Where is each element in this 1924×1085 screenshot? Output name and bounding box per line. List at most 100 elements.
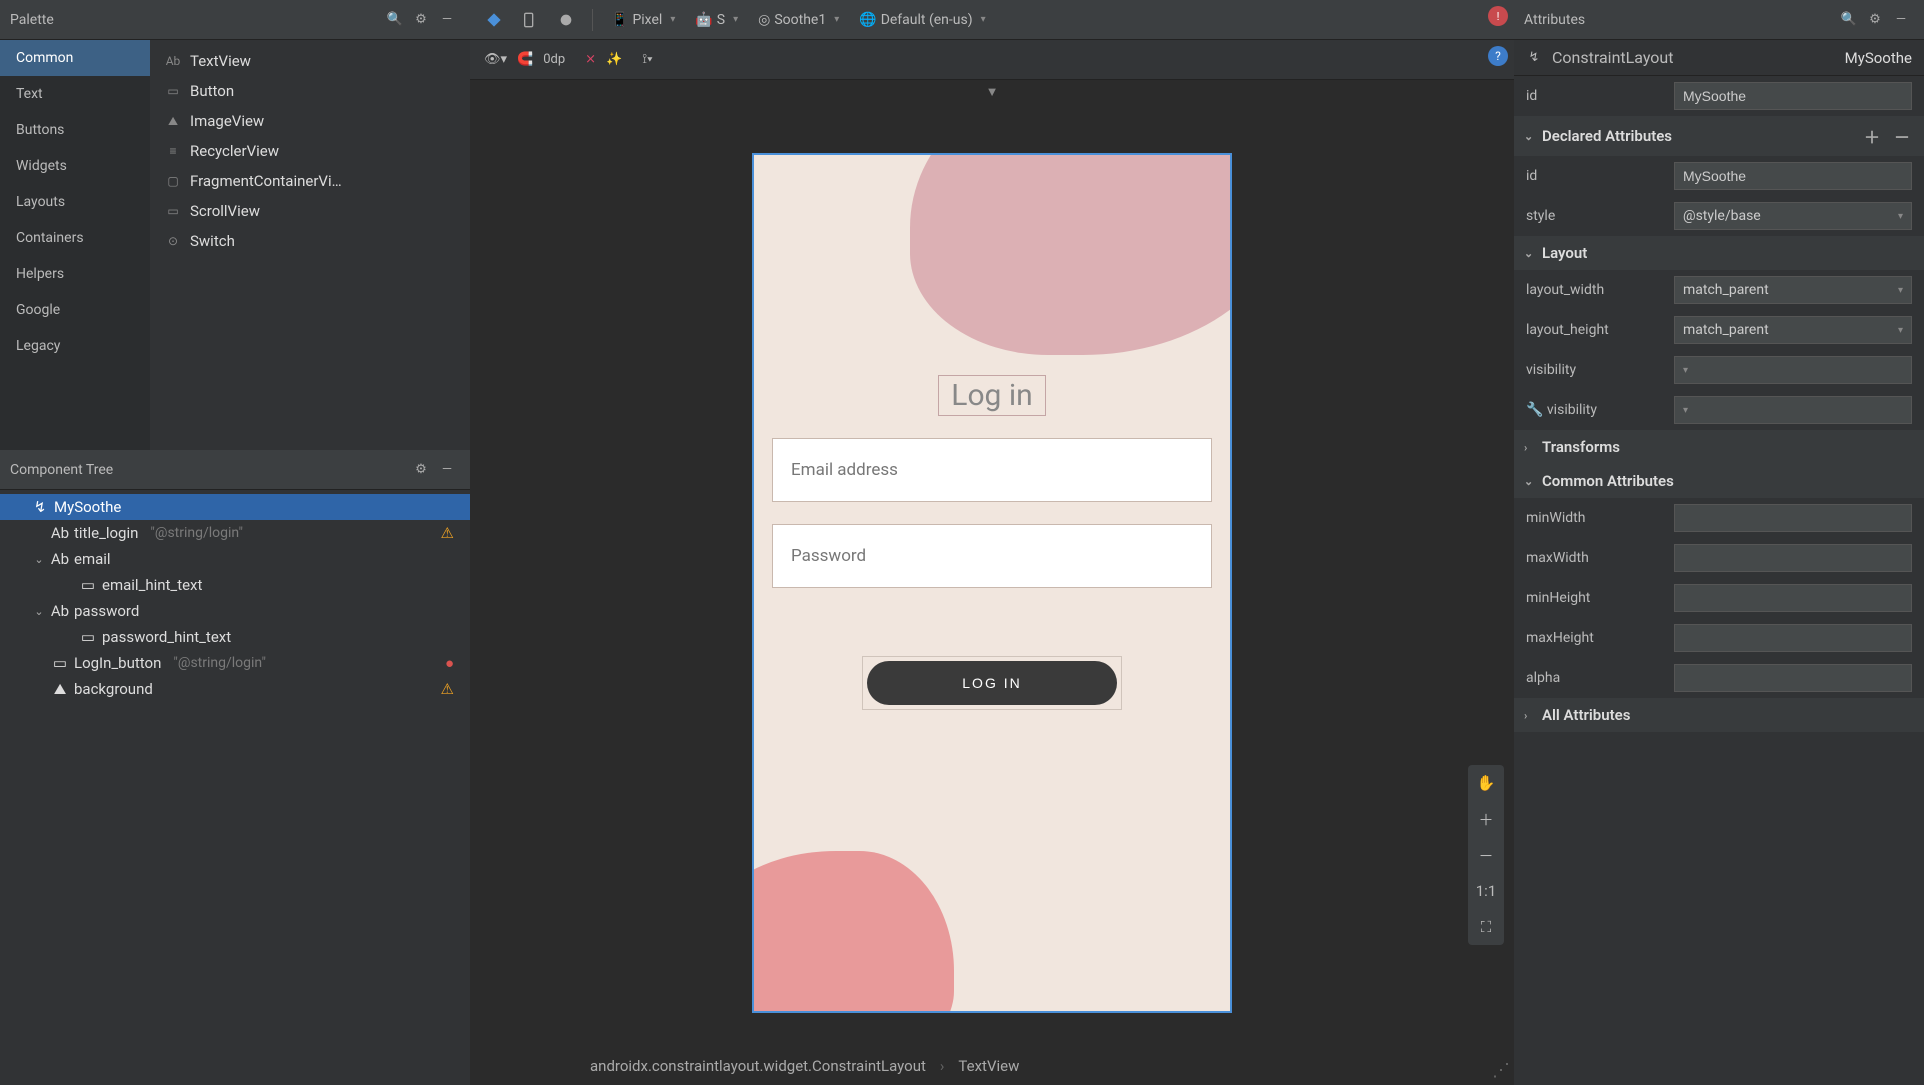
attr-name: 🔧 visibility	[1526, 402, 1666, 418]
design-canvas[interactable]: ▼ Log in Email address Password LOG IN ⋰	[470, 80, 1514, 1085]
palette-category-legacy[interactable]: Legacy	[0, 328, 150, 364]
resize-grip-icon[interactable]: ⋰	[1492, 1060, 1510, 1081]
remove-icon[interactable]: －	[1890, 124, 1914, 148]
top-handle-icon[interactable]: ▼	[986, 84, 999, 100]
decorative-blob	[910, 153, 1232, 355]
palette-item[interactable]: AbTextView	[150, 46, 470, 76]
attr-input[interactable]	[1674, 584, 1912, 612]
help-icon[interactable]: ?	[1488, 46, 1508, 66]
section-layout[interactable]: ⌄ Layout	[1514, 236, 1924, 270]
gear-icon[interactable]: ⚙	[1862, 7, 1888, 33]
email-field[interactable]: Email address	[772, 438, 1212, 502]
search-icon[interactable]: 🔍	[382, 7, 408, 33]
attr-input[interactable]	[1674, 624, 1912, 652]
breadcrumb-item[interactable]: androidx.constraintlayout.widget.Constra…	[590, 1057, 926, 1075]
palette-item[interactable]: ⛰ImageView	[150, 106, 470, 136]
attr-row: visibility	[1514, 350, 1924, 390]
twist-icon[interactable]: ⌄	[32, 553, 46, 566]
pan-icon[interactable]: ✋	[1468, 765, 1504, 801]
warning-icon: ⚠	[441, 524, 454, 542]
palette-item[interactable]: ≡RecyclerView	[150, 136, 470, 166]
device-preview[interactable]: Log in Email address Password LOG IN	[752, 153, 1232, 1013]
palette-category-widgets[interactable]: Widgets	[0, 148, 150, 184]
tree-node[interactable]: ▭password_hint_text	[0, 624, 470, 650]
theme-selector[interactable]: ◎ Soothe1	[752, 6, 845, 34]
palette-category-google[interactable]: Google	[0, 292, 150, 328]
attr-row: maxWidth	[1514, 538, 1924, 578]
attr-select[interactable]: match_parent	[1674, 276, 1912, 304]
tree-node[interactable]: ⛰background⚠	[0, 676, 470, 702]
attr-input[interactable]	[1674, 504, 1912, 532]
palette-category-containers[interactable]: Containers	[0, 220, 150, 256]
palette-item[interactable]: ▢FragmentContainerVi…	[150, 166, 470, 196]
autoconnect-icon[interactable]: 🧲	[517, 52, 533, 67]
infer-constraints-icon[interactable]: ✨	[606, 52, 622, 67]
node-label: background	[74, 680, 153, 698]
locale-selector[interactable]: 🌐 Default (en-us)	[853, 6, 991, 34]
api-label: S	[717, 12, 725, 28]
clear-constraints-icon[interactable]: ⨯	[585, 52, 596, 67]
tree-node[interactable]: ↯MySoothe	[0, 494, 470, 520]
minimize-icon[interactable]: —	[434, 457, 460, 483]
palette-category-layouts[interactable]: Layouts	[0, 184, 150, 220]
night-mode-icon[interactable]	[552, 6, 580, 34]
default-margin[interactable]: 0dp	[543, 52, 565, 67]
tree-node[interactable]: ▭LogIn_button"@string/login"●	[0, 650, 470, 676]
section-transforms[interactable]: › Transforms	[1514, 430, 1924, 464]
attributes-header: Attributes 🔍 ⚙ —	[1514, 0, 1924, 40]
surface-icon[interactable]	[480, 6, 508, 34]
gear-icon[interactable]: ⚙	[408, 457, 434, 483]
palette-item[interactable]: ▭ScrollView	[150, 196, 470, 226]
palette-category-buttons[interactable]: Buttons	[0, 112, 150, 148]
attr-input[interactable]	[1674, 162, 1912, 190]
zoom-fit-icon[interactable]: ⛶	[1468, 909, 1504, 945]
attr-select[interactable]: match_parent	[1674, 316, 1912, 344]
breadcrumb-item[interactable]: TextView	[958, 1057, 1019, 1075]
attr-id-input[interactable]	[1674, 82, 1912, 110]
attr-row: alpha	[1514, 658, 1924, 698]
login-button-frame[interactable]: LOG IN	[862, 656, 1122, 710]
tree-node[interactable]: ⌄Abpassword	[0, 598, 470, 624]
attr-select[interactable]	[1674, 356, 1912, 384]
tree-node[interactable]: ⌄Abemail	[0, 546, 470, 572]
tree-node[interactable]: ▭email_hint_text	[0, 572, 470, 598]
component-tree-title: Component Tree	[10, 462, 408, 478]
tree-node[interactable]: Abtitle_login"@string/login"⚠	[0, 520, 470, 546]
palette-categories: CommonTextButtonsWidgetsLayoutsContainer…	[0, 40, 150, 450]
device-selector[interactable]: 📱 Pixel	[605, 6, 681, 34]
zoom-in-icon[interactable]: ＋	[1468, 801, 1504, 837]
add-icon[interactable]: ＋	[1860, 124, 1884, 148]
password-field[interactable]: Password	[772, 524, 1212, 588]
attr-input[interactable]	[1674, 544, 1912, 572]
node-label: LogIn_button	[74, 654, 161, 672]
search-icon[interactable]: 🔍	[1836, 7, 1862, 33]
section-common[interactable]: ⌄ Common Attributes	[1514, 464, 1924, 498]
gear-icon[interactable]: ⚙	[408, 7, 434, 33]
attr-select[interactable]: @style/base	[1674, 202, 1912, 230]
section-all[interactable]: › All Attributes	[1514, 698, 1924, 732]
chevron-right-icon: ›	[1524, 441, 1536, 454]
attr-name: minHeight	[1526, 590, 1666, 606]
palette-category-common[interactable]: Common	[0, 40, 150, 76]
minimize-icon[interactable]: —	[434, 7, 460, 33]
design-sub-toolbar: 👁▾ 🧲 0dp ⨯ ✨ ⟟▾	[470, 40, 1514, 80]
twist-icon[interactable]: ⌄	[32, 605, 46, 618]
guidelines-icon[interactable]: ⟟▾	[642, 52, 652, 67]
attr-select[interactable]	[1674, 396, 1912, 424]
palette-category-helpers[interactable]: Helpers	[0, 256, 150, 292]
palette-item[interactable]: ⊙Switch	[150, 226, 470, 256]
attr-input[interactable]	[1674, 664, 1912, 692]
login-title[interactable]: Log in	[938, 375, 1045, 416]
palette-item[interactable]: ▭Button	[150, 76, 470, 106]
zoom-reset-icon[interactable]: 1:1	[1468, 873, 1504, 909]
section-declared[interactable]: ⌄ Declared Attributes ＋ －	[1514, 116, 1924, 156]
orientation-icon[interactable]	[516, 6, 544, 34]
view-options-icon[interactable]: 👁▾	[484, 52, 507, 67]
error-notification-icon[interactable]: !	[1488, 6, 1508, 26]
api-selector[interactable]: 🤖 S	[689, 6, 744, 34]
minimize-icon[interactable]: —	[1888, 7, 1914, 33]
palette-category-text[interactable]: Text	[0, 76, 150, 112]
login-button[interactable]: LOG IN	[867, 661, 1117, 705]
section-title: Transforms	[1542, 438, 1620, 456]
zoom-out-icon[interactable]: －	[1468, 837, 1504, 873]
